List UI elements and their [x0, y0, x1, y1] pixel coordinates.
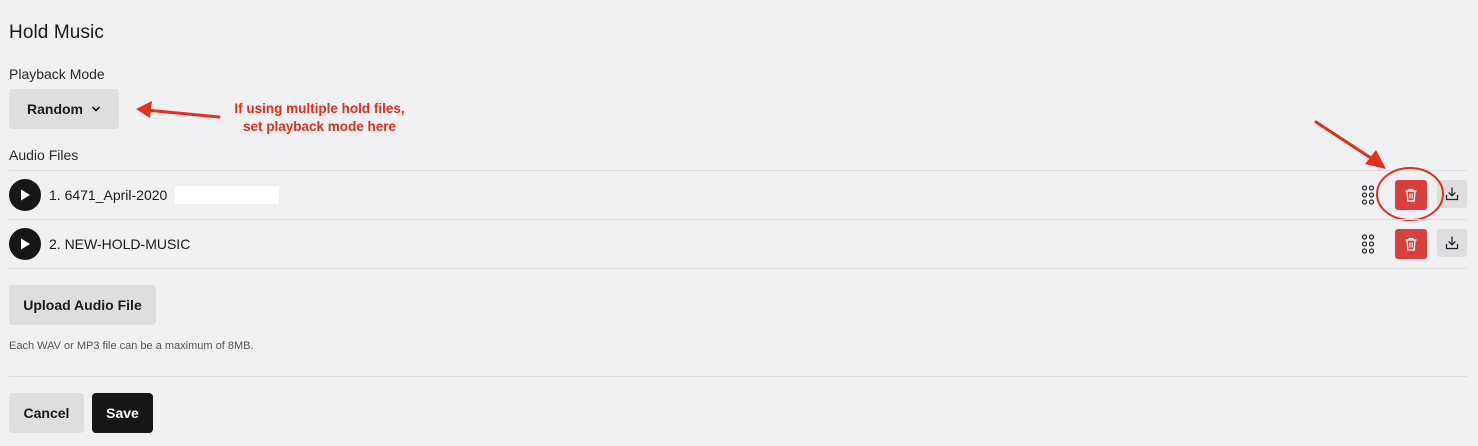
play-button[interactable] [9, 228, 41, 260]
playback-mode-label: Playback Mode [9, 66, 105, 82]
page-title: Hold Music [9, 22, 104, 43]
download-icon [1445, 187, 1459, 201]
drag-handle-icon[interactable] [1361, 185, 1375, 205]
audio-file-name: 2. NEW-HOLD-MUSIC [49, 236, 191, 252]
cancel-button[interactable]: Cancel [9, 393, 84, 433]
download-icon [1445, 236, 1459, 250]
list-item: 2. NEW-HOLD-MUSIC [9, 220, 1467, 268]
playback-mode-select[interactable]: Random [9, 89, 119, 129]
list-item: 1. 6471_April-2020 [9, 171, 1467, 219]
annotation-arrow-down-icon [1314, 120, 1386, 169]
play-icon [21, 238, 30, 250]
annotation-line-2: set playback mode here [242, 119, 397, 134]
annotation-arrow-left-icon [136, 101, 221, 119]
upload-audio-file-button[interactable]: Upload Audio File [9, 285, 156, 325]
redaction-box [175, 186, 279, 204]
annotation-circle-icon [1376, 167, 1444, 221]
play-icon [21, 189, 30, 201]
chevron-down-icon [92, 106, 100, 112]
delete-button[interactable] [1395, 229, 1427, 259]
trash-icon [1405, 237, 1417, 251]
audio-file-name: 1. 6471_April-2020 [49, 187, 168, 203]
divider [9, 376, 1467, 377]
save-button[interactable]: Save [92, 393, 153, 433]
play-button[interactable] [9, 179, 41, 211]
annotation-line-1: If using multiple hold files, [234, 101, 405, 116]
audio-files-label: Audio Files [9, 147, 79, 163]
download-button[interactable] [1437, 229, 1467, 257]
upload-hint: Each WAV or MP3 file can be a maximum of… [9, 340, 254, 352]
annotation-note: If using multiple hold files, set playba… [222, 100, 417, 136]
divider [9, 268, 1467, 269]
playback-mode-value: Random [27, 101, 83, 117]
drag-handle-icon[interactable] [1361, 234, 1375, 254]
